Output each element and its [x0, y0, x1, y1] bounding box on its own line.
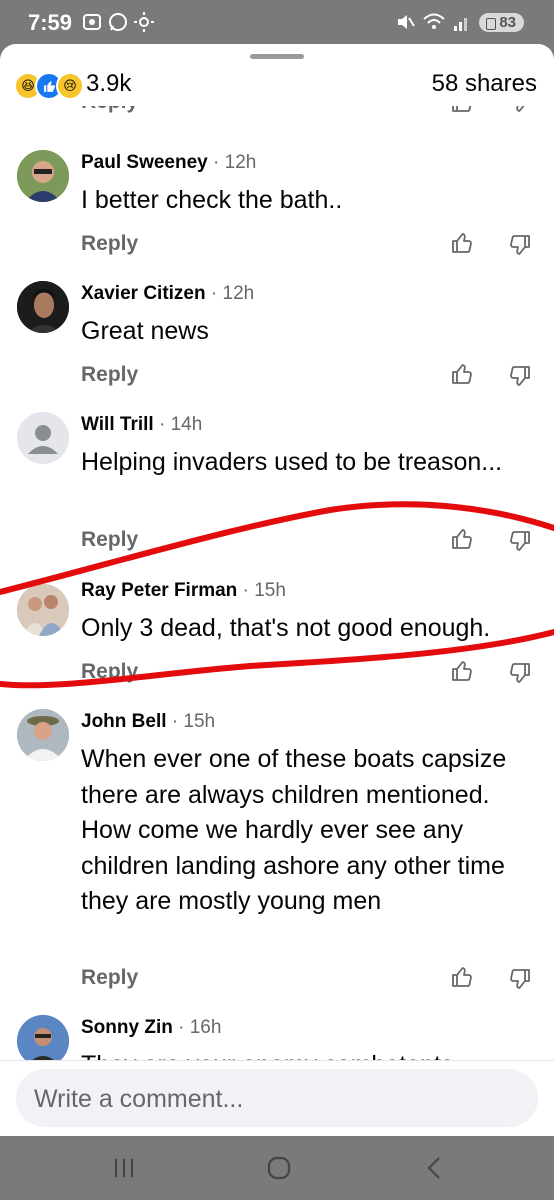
commenter-name[interactable]: Ray Peter Firman	[81, 580, 237, 601]
recent-apps-icon[interactable]	[112, 1158, 136, 1178]
comment-text: When ever one of these boats capsize the…	[81, 745, 507, 915]
comment-time[interactable]: 16h	[190, 1017, 222, 1038]
comment-header: John Bell · 15h	[81, 711, 216, 732]
sad-reaction-icon: 😢	[56, 72, 84, 100]
status-bar: 7:59 83	[0, 0, 554, 44]
comment-header: Paul Sweeney · 12h	[81, 152, 257, 173]
commenter-name[interactable]: Will Trill	[81, 414, 154, 435]
thumbs-up-icon[interactable]	[450, 965, 474, 989]
avatar[interactable]	[17, 281, 69, 333]
home-icon[interactable]	[267, 1156, 291, 1180]
sheet-drag-handle[interactable]	[250, 54, 304, 59]
comment-time[interactable]: 14h	[171, 414, 203, 435]
comment-item: Paul Sweeney · 12h I better check the ba…	[0, 148, 554, 268]
avatar[interactable]	[17, 150, 69, 202]
brightness-icon	[134, 12, 154, 32]
comments-sheet: 😆 😢 3.9k 58 shares Reply Paul Sweeney · …	[0, 44, 554, 1136]
comment-item: John Bell · 15h When ever one of these b…	[0, 707, 554, 1007]
comment-text: Only 3 dead, that's not good enough.	[81, 614, 491, 642]
comment-time[interactable]: 12h	[223, 283, 255, 304]
commenter-name[interactable]: Paul Sweeney	[81, 152, 208, 173]
reaction-count[interactable]: 3.9k	[86, 70, 131, 98]
comment-item: Xavier Citizen · 12h Great news Reply	[0, 279, 554, 399]
comment-header: Will Trill · 14h	[81, 414, 203, 435]
reply-button[interactable]: Reply	[81, 528, 138, 552]
reaction-icons: 😆 😢	[14, 72, 84, 100]
signal-icon	[454, 18, 468, 31]
comment-item: Ray Peter Firman · 15h Only 3 dead, that…	[0, 576, 554, 696]
comment-time[interactable]: 15h	[183, 711, 215, 732]
wifi-icon	[423, 13, 445, 29]
comment-time[interactable]: 15h	[254, 580, 286, 601]
thumbs-up-icon[interactable]	[450, 231, 474, 255]
thumbs-up-icon[interactable]	[450, 362, 474, 386]
comment-time[interactable]: 12h	[225, 152, 257, 173]
comment-header: Ray Peter Firman · 15h	[81, 580, 286, 601]
whatsapp-icon	[109, 13, 127, 31]
avatar[interactable]	[17, 709, 69, 761]
comment-text: Helping invaders used to be treason...	[81, 448, 503, 476]
screenshot-icon	[83, 14, 101, 30]
commenter-name[interactable]: Xavier Citizen	[81, 283, 206, 304]
back-icon[interactable]	[424, 1156, 444, 1180]
thumbs-up-icon[interactable]	[450, 527, 474, 551]
reply-button[interactable]: Reply	[81, 363, 138, 387]
status-left-icons	[82, 12, 154, 32]
reactions-summary-bar[interactable]: 😆 😢 3.9k 58 shares	[0, 66, 554, 106]
comment-item: Sonny Zin · 16h They are your enemy comb…	[0, 1013, 554, 1060]
reply-button[interactable]: Reply	[81, 966, 138, 990]
comment-item: Will Trill · 14h Helping invaders used t…	[0, 410, 554, 560]
mute-icon	[398, 15, 416, 29]
comment-text: Great news	[81, 317, 209, 345]
battery-indicator: 83	[479, 12, 524, 32]
comment-header: Xavier Citizen · 12h	[81, 283, 255, 304]
reply-button[interactable]: Reply	[81, 232, 138, 256]
status-time: 7:59	[28, 10, 73, 35]
comment-text: They are your enemy combatants	[81, 1048, 541, 1060]
comment-text: I better check the bath..	[81, 186, 343, 214]
system-nav-bar	[0, 1136, 554, 1200]
comment-header: Sonny Zin · 16h	[81, 1017, 222, 1038]
comment-composer: Write a comment...	[0, 1060, 554, 1136]
commenter-name[interactable]: Sonny Zin	[81, 1017, 173, 1038]
thumbs-down-icon[interactable]	[508, 967, 532, 991]
thumbs-down-icon[interactable]	[508, 529, 532, 553]
thumbs-down-icon[interactable]	[508, 661, 532, 685]
thumbs-down-icon[interactable]	[508, 364, 532, 388]
commenter-name[interactable]: John Bell	[81, 711, 167, 732]
shares-count[interactable]: 58 shares	[432, 70, 537, 98]
thumbs-down-icon[interactable]	[508, 233, 532, 257]
avatar[interactable]	[17, 584, 69, 636]
thumbs-up-icon[interactable]	[450, 659, 474, 683]
status-right-icons: 83	[395, 12, 524, 32]
avatar[interactable]	[17, 1015, 69, 1060]
comment-input-placeholder[interactable]: Write a comment...	[34, 1085, 243, 1114]
reply-button[interactable]: Reply	[81, 660, 138, 684]
default-avatar[interactable]	[17, 412, 69, 464]
